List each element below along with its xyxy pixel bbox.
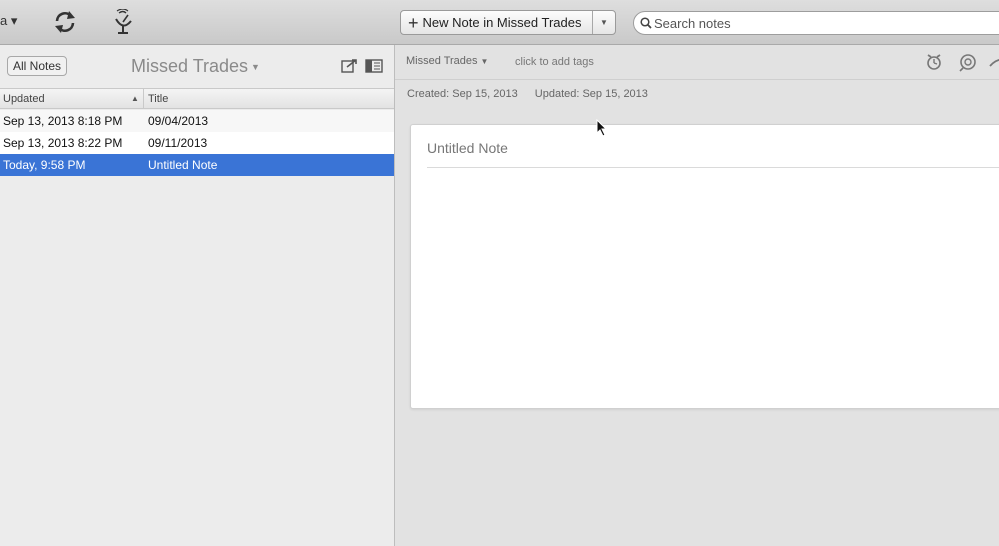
chevron-down-icon: ▼: [600, 18, 608, 27]
search-icon: [640, 17, 652, 29]
search-field[interactable]: [633, 11, 999, 35]
row-title: 09/11/2013: [148, 136, 208, 150]
chevron-down-icon: ▼: [480, 57, 489, 66]
all-notes-button[interactable]: All Notes: [7, 56, 68, 76]
note-panel: Missed Trades ▼ click to add tags Created…: [395, 45, 999, 546]
note-title-input[interactable]: Untitled Note: [427, 140, 508, 156]
notes-table: Sep 13, 2013 8:18 PM 09/04/2013 Sep 13, …: [0, 110, 394, 176]
notebook-title-label: Missed Trades: [131, 56, 249, 76]
column-updated[interactable]: Updated: [3, 93, 45, 105]
plus-icon: +: [408, 12, 419, 33]
search-input[interactable]: [652, 15, 984, 31]
new-note-button[interactable]: + New Note in Missed Trades ▼: [400, 10, 616, 35]
column-title[interactable]: Title: [148, 93, 168, 105]
toolbar: a ▾ + New Note in Missed Trades ▼: [0, 0, 999, 45]
title-divider: [427, 167, 999, 168]
chevron-down-icon: ▼: [251, 62, 260, 73]
note-dates: Created: Sep 15, 2013 Updated: Sep 15, 2…: [407, 88, 662, 100]
notes-list-panel: All Notes Missed Trades ▼ Updated ▲ Title…: [0, 45, 395, 546]
mouse-pointer-icon: [596, 119, 608, 137]
table-row-selected[interactable]: Today, 9:58 PM Untitled Note: [0, 154, 394, 176]
list-header: All Notes Missed Trades ▼: [0, 45, 394, 87]
created-date: Created: Sep 15, 2013: [407, 88, 518, 100]
row-title: Untitled Note: [148, 158, 218, 172]
share-note-icon[interactable]: [987, 52, 999, 72]
row-updated: Today, 9:58 PM: [3, 158, 86, 172]
new-note-label: New Note in Missed Trades: [422, 15, 582, 30]
presentation-icon[interactable]: [957, 52, 979, 72]
reminder-icon[interactable]: [923, 52, 945, 72]
new-note-dropdown[interactable]: ▼: [592, 11, 615, 34]
sync-icon[interactable]: [51, 8, 79, 36]
share-icon[interactable]: [341, 58, 359, 74]
tags-field[interactable]: click to add tags: [515, 56, 594, 68]
table-row[interactable]: Sep 13, 2013 8:22 PM 09/11/2013: [0, 132, 394, 154]
table-row[interactable]: Sep 13, 2013 8:18 PM 09/04/2013: [0, 110, 394, 132]
note-editor[interactable]: Untitled Note: [410, 124, 999, 409]
notebook-title[interactable]: Missed Trades ▼: [131, 56, 260, 77]
satellite-icon[interactable]: [109, 8, 137, 36]
column-divider: [143, 89, 144, 108]
row-updated: Sep 13, 2013 8:18 PM: [3, 114, 123, 128]
note-notebook-selector[interactable]: Missed Trades ▼: [406, 55, 488, 67]
sort-ascending-icon[interactable]: ▲: [131, 94, 139, 103]
updated-date: Updated: Sep 15, 2013: [534, 88, 648, 100]
column-headers: Updated ▲ Title: [0, 88, 394, 109]
new-note-main[interactable]: + New Note in Missed Trades: [401, 11, 592, 34]
meta-divider: [395, 79, 999, 80]
row-title: 09/04/2013: [148, 114, 209, 128]
row-updated: Sep 13, 2013 8:22 PM: [3, 136, 123, 150]
view-toggle-icon[interactable]: [365, 58, 383, 74]
note-notebook-label: Missed Trades: [406, 55, 478, 67]
account-menu[interactable]: a ▾: [0, 13, 17, 29]
